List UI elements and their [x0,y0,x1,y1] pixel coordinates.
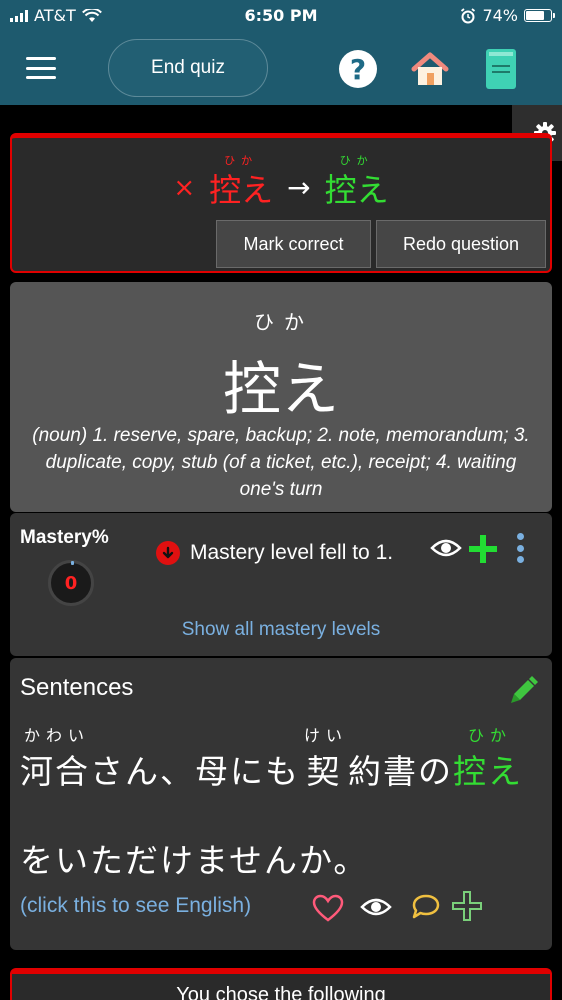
wrong-mark-icon: × [173,173,196,203]
redo-question-button[interactable]: Redo question [376,220,546,268]
mastery-label: Mastery% [20,527,109,548]
pencil-icon[interactable] [508,672,540,704]
status-bar: AT&T 6:50 PM 74% [0,0,562,33]
word-card: ひか 控え (noun) 1. reserve, spare, backup; … [10,282,552,512]
segment-furigana [193,722,197,750]
given-answer-word: 控え [209,171,274,209]
alarm-icon [461,7,476,23]
end-quiz-button[interactable]: End quiz [108,39,268,97]
given-answer-furigana: ひか [224,154,259,167]
notebook-icon[interactable] [484,48,518,90]
segment-text: 控え [453,752,524,791]
answer-result-panel: × ひか 控え → ひか 控え Mark correct Redo questi… [10,133,552,273]
eye-icon[interactable] [430,537,462,559]
segment-furigana: ひか [468,726,513,745]
sentences-card: Sentences かわい 河合 さん、母にも けい 契 約書の ひか 控え を… [10,658,552,950]
choices-heading: You chose the following [176,984,386,1000]
sentences-title: Sentences [20,674,134,701]
home-icon[interactable] [410,51,450,87]
show-all-mastery-link[interactable]: Show all mastery levels [10,619,552,641]
arrow-icon: → [287,171,311,204]
word-furigana: ひか [254,310,314,334]
sentence-line-1: かわい 河合 さん、母にも けい 契 約書の ひか 控え [20,722,523,794]
sentence-segment: さん、母にも [90,722,300,794]
word-kanji: 控え [222,355,339,423]
battery-percent: 74% [482,6,518,25]
heart-icon[interactable] [312,894,344,922]
word-definition: (noun) 1. reserve, spare, backup; 2. not… [32,425,530,500]
hamburger-menu-icon[interactable] [26,57,56,79]
mark-correct-button[interactable]: Mark correct [216,220,371,268]
answer-comparison: × ひか 控え → ひか 控え [12,152,550,210]
correct-answer-word: 控え [324,171,389,209]
battery-icon [524,9,555,22]
arrow-down-circle-icon [156,541,180,565]
segment-furigana: かわい [24,726,91,745]
help-icon[interactable]: ? [339,50,377,88]
sentence-target-word: ひか 控え [453,722,523,794]
sentence-segment: 約書の [348,722,453,794]
comment-icon[interactable] [410,894,442,922]
mastery-dial: 0 [48,560,94,606]
nav-bar: End quiz ? [0,33,562,105]
mastery-message: Mastery level fell to 1. [190,541,394,564]
sentence-segment: けい 契 [300,722,348,794]
segment-furigana: けい [304,726,349,745]
segment-text: 河合 [20,752,90,791]
add-icon[interactable] [467,533,499,565]
segment-text: さん、母にも [90,752,301,791]
mastery-card: Mastery% 0 Mastery level fell to 1. Show… [10,513,552,656]
status-right: 74% [460,6,555,25]
correct-answer: ひか 控え [325,152,389,210]
eye-icon[interactable] [360,896,392,918]
segment-text: 約書の [348,752,454,791]
see-english-link[interactable]: (click this to see English) [20,894,251,918]
correct-answer-furigana: ひか [339,154,374,167]
mastery-value: 0 [64,572,78,594]
sentence-segment: かわい 河合 [20,722,90,794]
segment-furigana [399,722,403,750]
sentence-line-2: をいただけませんか。 [20,841,369,880]
more-options-icon[interactable] [514,533,526,563]
add-outline-icon[interactable] [451,890,483,922]
given-answer: ひか 控え [209,152,273,210]
choices-panel: You chose the following [10,968,552,1000]
segment-text: 契 [306,752,342,791]
